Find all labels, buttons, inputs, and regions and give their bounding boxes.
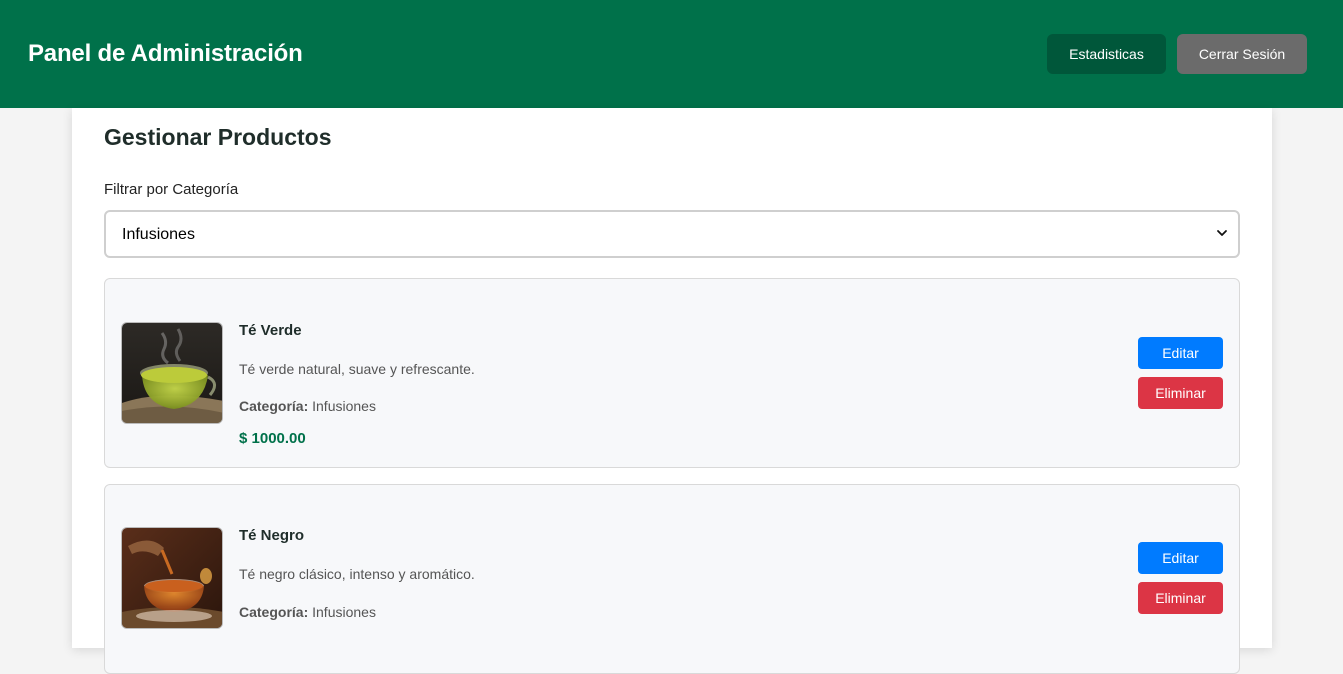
section-title: Gestionar Productos: [104, 124, 332, 150]
category-select[interactable]: Infusiones: [104, 210, 1240, 258]
product-name: Té Negro: [239, 527, 305, 544]
product-image-green-tea: [121, 322, 223, 424]
product-card: Té Negro Té negro clásico, intenso y aro…: [104, 484, 1240, 674]
product-image-black-tea: [121, 527, 223, 629]
product-card: Té Verde Té verde natural, suave y refre…: [104, 278, 1240, 468]
page-title: Panel de Administración: [28, 40, 303, 67]
header-actions: Estadisticas Cerrar Sesión: [1047, 34, 1307, 74]
admin-header: Panel de Administración Estadisticas Cer…: [0, 0, 1343, 108]
category-value: Infusiones: [312, 398, 376, 414]
product-price: $ 1000.00: [239, 430, 306, 447]
product-name: Té Verde: [239, 322, 302, 339]
category-label: Categoría:: [239, 604, 309, 620]
product-category: Categoría: Infusiones: [239, 398, 376, 414]
category-filter-label: Filtrar por Categoría: [104, 181, 239, 198]
product-description: Té negro clásico, intenso y aromático.: [239, 566, 475, 582]
statistics-button[interactable]: Estadisticas: [1047, 34, 1166, 74]
logout-button[interactable]: Cerrar Sesión: [1177, 34, 1307, 74]
edit-button[interactable]: Editar: [1138, 337, 1223, 369]
product-description: Té verde natural, suave y refrescante.: [239, 361, 475, 377]
delete-button[interactable]: Eliminar: [1138, 377, 1223, 409]
category-value: Infusiones: [312, 604, 376, 620]
edit-button[interactable]: Editar: [1138, 542, 1223, 574]
product-category: Categoría: Infusiones: [239, 604, 376, 620]
delete-button[interactable]: Eliminar: [1138, 582, 1223, 614]
category-label: Categoría:: [239, 398, 309, 414]
category-filter: Infusiones: [104, 210, 1240, 258]
products-panel: Gestionar Productos Filtrar por Categorí…: [72, 108, 1272, 674]
